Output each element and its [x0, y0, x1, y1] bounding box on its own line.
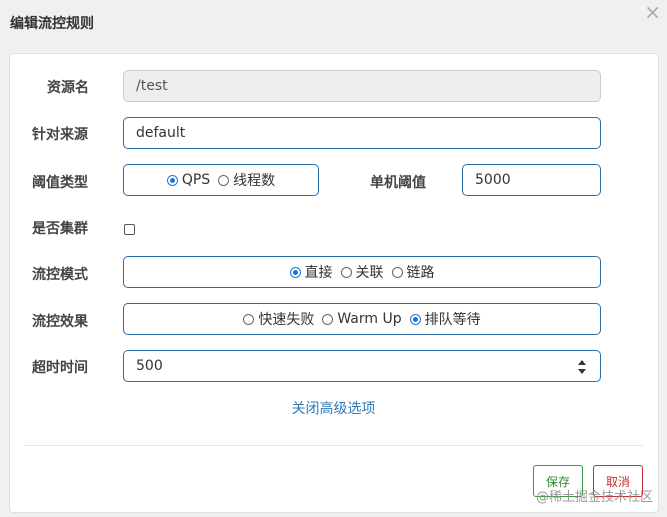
radio-fast-fail[interactable]: 快速失败 [243, 309, 314, 329]
radio-relate-label: 关联 [355, 265, 384, 281]
cluster-checkbox[interactable] [124, 224, 135, 235]
limit-app-value: default [136, 125, 186, 141]
radio-thread-count-label: 线程数 [233, 173, 276, 189]
radio-unselected-icon [243, 313, 255, 325]
radio-selected-icon [409, 313, 421, 325]
radio-queue-wait-label: 排队等待 [424, 312, 481, 328]
radio-warm-up-label: Warm Up [337, 311, 402, 327]
radio-unselected-icon [391, 266, 403, 278]
control-behavior-label: 流控效果 [32, 314, 88, 330]
number-spinner-icon[interactable] [578, 360, 586, 374]
limit-app-label: 针对来源 [32, 127, 88, 143]
resource-label: 资源名 [47, 80, 89, 96]
spinner-down-icon[interactable] [578, 369, 586, 374]
radio-queue-wait[interactable]: 排队等待 [409, 309, 481, 329]
radio-qps-label: QPS [181, 172, 211, 188]
timeout-input[interactable]: 500 [123, 350, 601, 382]
single-threshold-input[interactable]: 5000 [462, 164, 601, 196]
radio-chain[interactable]: 链路 [391, 262, 435, 282]
limit-app-input[interactable]: default [123, 117, 601, 149]
close-icon[interactable]: × [644, 2, 661, 22]
single-threshold-label: 单机阈值 [370, 175, 426, 191]
cluster-label: 是否集群 [32, 221, 88, 237]
strategy-group: 直接 关联 链路 [123, 256, 601, 288]
resource-input: /test [123, 70, 601, 102]
toggle-advanced-link[interactable]: 关闭高级选项 [0, 398, 667, 418]
dialog-title: 编辑流控规则 [10, 16, 94, 32]
radio-selected-icon [289, 266, 301, 278]
radio-unselected-icon [340, 266, 352, 278]
radio-unselected-icon [218, 174, 230, 186]
resource-value: /test [136, 78, 168, 94]
timeout-value: 500 [136, 358, 163, 374]
radio-direct[interactable]: 直接 [289, 262, 333, 282]
radio-selected-icon [166, 174, 178, 186]
spinner-up-icon[interactable] [578, 360, 586, 365]
watermark: @稀土掘金技术社区 [535, 490, 653, 505]
radio-qps[interactable]: QPS [166, 172, 211, 188]
strategy-label: 流控模式 [32, 267, 88, 283]
single-threshold-value: 5000 [475, 172, 511, 188]
edit-flow-rule-dialog: 编辑流控规则 × 资源名 /test 针对来源 default 阈值类型 QPS… [0, 0, 667, 517]
control-behavior-group: 快速失败 Warm Up 排队等待 [123, 303, 601, 335]
radio-direct-label: 直接 [304, 265, 333, 281]
footer-divider [25, 445, 643, 446]
radio-fast-fail-label: 快速失败 [258, 312, 315, 328]
radio-relate[interactable]: 关联 [340, 262, 384, 282]
radio-warm-up[interactable]: Warm Up [322, 311, 402, 327]
threshold-type-label: 阈值类型 [32, 175, 88, 191]
radio-thread-count[interactable]: 线程数 [218, 170, 275, 190]
threshold-type-group: QPS 线程数 [123, 164, 319, 196]
timeout-label: 超时时间 [32, 360, 88, 376]
radio-unselected-icon [322, 313, 334, 325]
radio-chain-label: 链路 [406, 265, 435, 281]
